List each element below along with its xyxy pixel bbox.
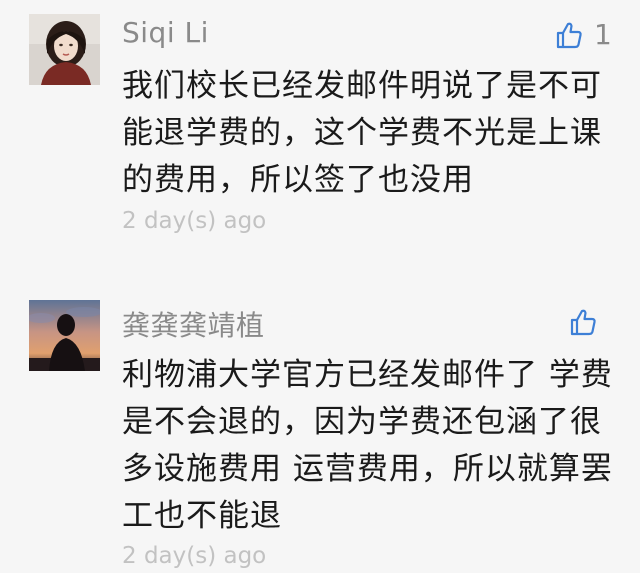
like-button[interactable] (570, 308, 608, 336)
comment-text-line: 多设施费用 运营费用，所以就算罢 (122, 451, 613, 487)
silhouette-sunset-avatar-icon (29, 300, 100, 371)
comment-timestamp: 2 day(s) ago (122, 543, 267, 569)
comment-timestamp: 2 day(s) ago (122, 208, 267, 234)
thumbs-up-icon (570, 308, 596, 336)
like-count: 1 (594, 18, 612, 51)
comment-text-line: 能退学费的，这个学费不光是上课 (122, 115, 602, 151)
avatar[interactable] (29, 300, 100, 371)
comment-item: 龚龚龚靖植 利物浦大学官方已经发邮件了 学费 是不会退的，因为学费还包涵了很 多… (0, 290, 640, 573)
avatar[interactable] (29, 14, 100, 85)
author-name: 龚龚龚靖植 (122, 309, 265, 342)
comment-text-line: 是不会退的，因为学费还包涵了很 (122, 404, 602, 440)
comment-text-line: 利物浦大学官方已经发邮件了 学费 (122, 357, 613, 393)
comment-text: 利物浦大学官方已经发邮件了 学费 是不会退的，因为学费还包涵了很 多设施费用 运… (122, 352, 612, 540)
comment-text-line: 的费用，所以签了也没用 (122, 162, 474, 198)
comment-text-line: 我们校长已经发邮件明说了是不可 (122, 68, 602, 104)
author-name: Siqi Li (122, 16, 209, 49)
woman-portrait-avatar-icon (29, 14, 100, 85)
comment-text: 我们校长已经发邮件明说了是不可 能退学费的，这个学费不光是上课 的费用，所以签了… (122, 63, 612, 204)
like-button[interactable]: 1 (556, 18, 612, 51)
comment-text-line: 工也不能退 (122, 498, 282, 534)
thumbs-up-icon (556, 21, 582, 49)
comment-item: Siqi Li 1 我们校长已经发邮件明说了是不可 能退学费的，这个学费不光是上… (0, 0, 640, 260)
